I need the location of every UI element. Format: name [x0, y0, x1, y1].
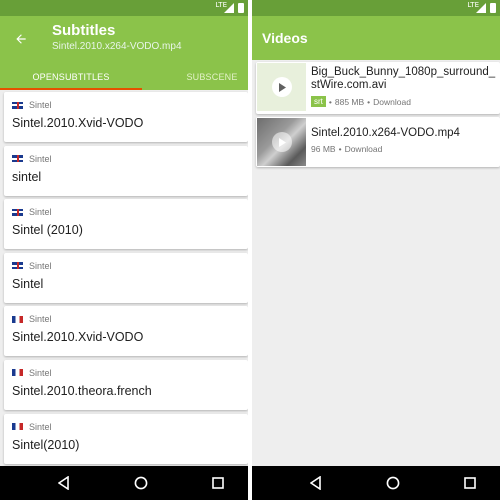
- play-icon: [278, 82, 286, 92]
- srt-badge: srt: [311, 96, 326, 107]
- subtitle-name: Sintel: [12, 276, 44, 291]
- download-link[interactable]: Download: [345, 144, 383, 154]
- subtitle-language-label: Sintel: [29, 207, 52, 218]
- subtitle-item[interactable]: Sintel sintel: [4, 145, 248, 196]
- video-item[interactable]: Big_Buck_Bunny_1080p_surround_ stWire.co…: [256, 62, 500, 114]
- france-flag-icon: [12, 369, 23, 377]
- uk-flag-icon: [12, 155, 23, 163]
- nav-recent-icon: [212, 477, 224, 489]
- video-size: 96 MB: [311, 144, 336, 154]
- arrow-back-icon: [16, 34, 26, 44]
- subtitle-language: Sintel: [12, 368, 52, 378]
- subtitle-item[interactable]: Sintel Sintel (2010): [4, 199, 248, 250]
- signal-icon: [476, 3, 486, 13]
- subtitle-language: Sintel: [12, 100, 52, 110]
- nav-home-icon: [134, 476, 148, 490]
- subtitle-name: Sintel (2010): [12, 223, 83, 238]
- subtitle-language: Sintel: [12, 207, 52, 217]
- page-title: Subtitles: [52, 22, 116, 39]
- uk-flag-icon: [12, 262, 23, 270]
- subtitle-name: sintel: [12, 169, 42, 184]
- nav-home-icon: [386, 476, 400, 490]
- play-button[interactable]: [271, 132, 292, 152]
- videos-screen: LTE Videos Big_Buck_Bunny_1080p_surround…: [252, 0, 500, 500]
- status-icons: [224, 3, 244, 13]
- status-bar: LTE: [0, 0, 248, 16]
- videos-app-bar: Videos: [252, 16, 500, 60]
- video-thumbnail: [257, 63, 306, 111]
- subtitle-language-label: Sintel: [29, 314, 52, 325]
- video-name: Sintel.2010.x264-VODO.mp4: [311, 127, 460, 139]
- subtitle-name: Sintel.2010.theora.french: [12, 383, 152, 398]
- play-icon: [278, 137, 286, 147]
- status-icons: [476, 3, 496, 13]
- nav-back-icon: [58, 476, 69, 490]
- nav-home-button[interactable]: [133, 475, 149, 491]
- selected-tab-indicator: [0, 88, 142, 90]
- play-button[interactable]: [271, 77, 292, 97]
- battery-icon: [238, 3, 244, 13]
- navigation-bar: [0, 466, 248, 500]
- nav-back-icon: [310, 476, 321, 490]
- meta-separator: •: [367, 96, 371, 107]
- download-link[interactable]: Download: [373, 97, 411, 107]
- page-title: Videos: [262, 30, 308, 46]
- nav-recent-button[interactable]: [462, 475, 478, 491]
- subtitle-language: Sintel: [12, 314, 52, 324]
- back-button[interactable]: [6, 24, 36, 54]
- subtitle-item[interactable]: Sintel Sintel.2010.theora.french: [4, 359, 248, 410]
- france-flag-icon: [12, 315, 23, 323]
- nav-home-button[interactable]: [385, 475, 401, 491]
- subtitle-language-label: Sintel: [29, 367, 52, 378]
- video-item[interactable]: Sintel.2010.x264-VODO.mp4 96 MB • Downlo…: [256, 117, 500, 167]
- page-subtitle-filename: Sintel.2010.x264-VODO.mp4: [52, 41, 182, 52]
- subtitles-app-bar: Subtitles Sintel.2010.x264-VODO.mp4 OPEN…: [0, 16, 248, 90]
- uk-flag-icon: [12, 101, 23, 109]
- subtitle-item[interactable]: Sintel Sintel: [4, 252, 248, 303]
- battery-icon: [490, 3, 496, 13]
- subtitle-language-label: Sintel: [29, 421, 52, 432]
- video-meta: srt • 885 MB • Download: [311, 96, 411, 107]
- video-list: Big_Buck_Bunny_1080p_surround_ stWire.co…: [256, 62, 500, 170]
- subtitles-screen: LTE Subtitles Sintel.2010.x264-VODO.mp4 …: [0, 0, 248, 500]
- uk-flag-icon: [12, 208, 23, 216]
- subtitle-name: Sintel.2010.Xvid-VODO: [12, 116, 144, 130]
- subtitle-name: Sintel(2010): [12, 437, 80, 452]
- nav-back-button[interactable]: [56, 475, 72, 491]
- subtitle-language: Sintel: [12, 154, 52, 164]
- subtitle-item[interactable]: Sintel Sintel.2010.Xvid-VODO: [4, 306, 248, 357]
- tab-opensubtitles[interactable]: OPENSUBTITLES: [0, 64, 142, 90]
- subtitle-language-label: Sintel: [29, 260, 52, 271]
- status-bar: LTE: [252, 0, 500, 16]
- video-thumbnail: [257, 118, 306, 166]
- video-size: 885 MB: [334, 96, 365, 107]
- meta-separator: •: [328, 96, 332, 107]
- signal-icon: [224, 3, 234, 13]
- nav-recent-icon: [464, 477, 476, 489]
- video-meta: 96 MB • Download: [311, 144, 382, 154]
- subtitle-item[interactable]: Sintel Sintel(2010): [4, 413, 248, 464]
- subtitle-language-label: Sintel: [29, 153, 52, 164]
- subtitle-item[interactable]: Sintel Sintel.2010.Xvid-VODO: [4, 92, 248, 142]
- subtitle-list: Sintel Sintel.2010.Xvid-VODO Sintel sint…: [4, 92, 248, 467]
- nav-back-button[interactable]: [308, 475, 324, 491]
- tab-subscene[interactable]: SUBSCENE: [142, 64, 248, 90]
- france-flag-icon: [12, 423, 23, 431]
- meta-separator: •: [338, 144, 342, 154]
- nav-recent-button[interactable]: [210, 475, 226, 491]
- subtitle-name: Sintel.2010.Xvid-VODO: [12, 330, 144, 345]
- subtitle-language-label: Sintel: [29, 100, 52, 110]
- subtitle-language: Sintel: [12, 422, 52, 432]
- subtitle-language: Sintel: [12, 261, 52, 271]
- video-name: Big_Buck_Bunny_1080p_surround_ stWire.co…: [311, 66, 496, 91]
- navigation-bar: [252, 466, 500, 500]
